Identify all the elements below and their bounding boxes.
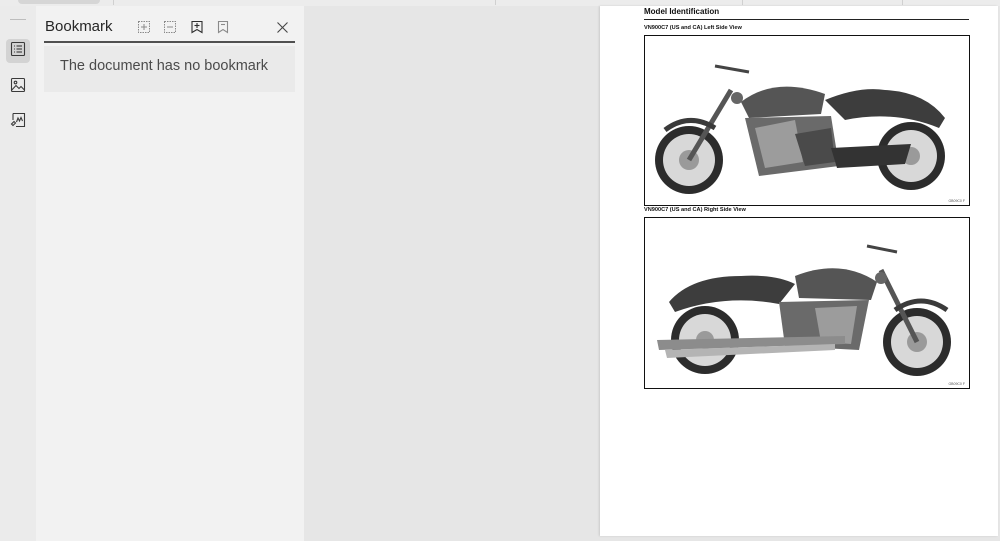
expand-all-icon[interactable] [136, 19, 152, 35]
bookmark-list-button[interactable] [6, 39, 30, 63]
image-button[interactable] [6, 75, 30, 99]
signature-button[interactable] [6, 110, 30, 134]
close-icon[interactable] [274, 19, 290, 35]
bookmark-list-icon [10, 41, 26, 61]
title-rule [644, 19, 969, 20]
active-tab[interactable] [18, 0, 100, 4]
tab-separator [495, 0, 496, 5]
image-icon [10, 77, 26, 97]
bookmark-icon[interactable] [215, 19, 231, 35]
motorcycle-illustration [655, 64, 945, 194]
signature-icon [10, 112, 26, 132]
figure-code: GB09C0 F [948, 382, 965, 386]
bookmark-panel-header: Bookmark [44, 15, 295, 43]
document-page: Model Identification VN900C7 (US and CA)… [600, 6, 998, 536]
bookmark-panel: Bookmark The document has no bookmark [36, 6, 304, 541]
rail-grip [10, 19, 26, 20]
tab-separator [113, 0, 114, 5]
figure-caption: VN900C7 (US and CA) Right Side View [644, 207, 746, 213]
bookmark-panel-title: Bookmark [45, 18, 113, 35]
collapse-all-icon[interactable] [162, 19, 178, 35]
empty-message: The document has no bookmark [60, 58, 268, 74]
bookmark-empty-state: The document has no bookmark [44, 46, 295, 92]
tab-separator [742, 0, 743, 5]
figure-code: GB09C0 F [948, 199, 965, 203]
motorcycle-right-view-figure: GB09C0 F [644, 217, 970, 389]
tab-separator [902, 0, 903, 5]
motorcycle-illustration [657, 244, 951, 376]
motorcycle-left-view-figure: GB09C0 F [644, 35, 970, 206]
left-tool-rail [0, 6, 36, 541]
section-title: Model Identification [644, 7, 720, 16]
add-bookmark-icon[interactable] [189, 19, 205, 35]
figure-caption: VN900C7 (US and CA) Left Side View [644, 25, 742, 31]
